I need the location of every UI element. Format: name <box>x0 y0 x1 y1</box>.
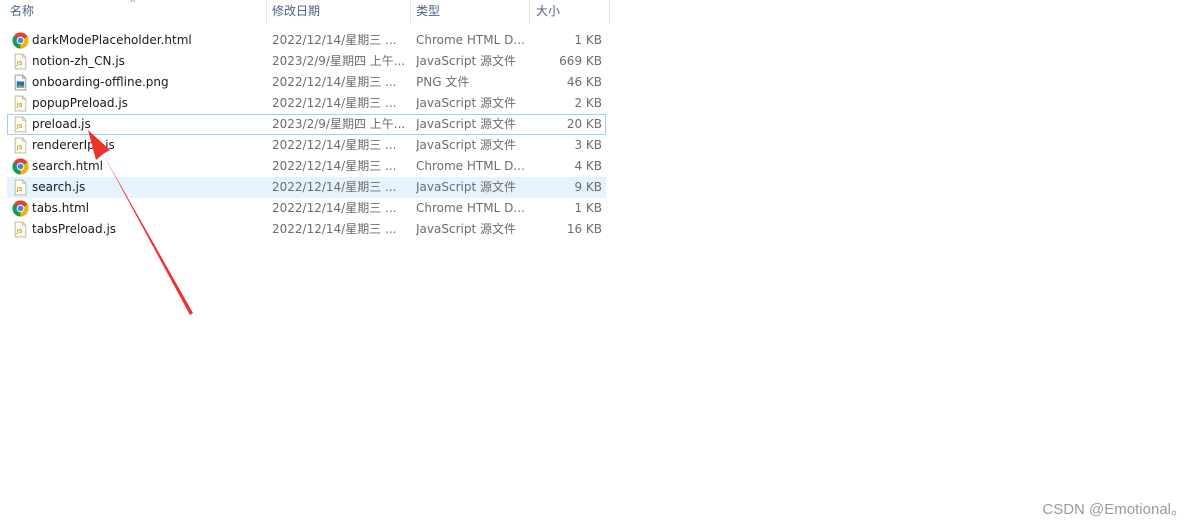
file-type: PNG 文件 <box>416 75 470 89</box>
watermark: CSDN @Emotional。 <box>1042 501 1186 518</box>
file-name: onboarding-offline.png <box>32 75 169 89</box>
file-type: JavaScript 源文件 <box>416 138 516 152</box>
column-header-type[interactable]: 类型 <box>410 0 530 24</box>
file-size: 669 KB <box>559 54 602 68</box>
file-type: Chrome HTML D... <box>416 201 525 215</box>
file-size: 20 KB <box>566 117 602 131</box>
file-modified-date: 2022/12/14/星期三 ... <box>272 96 397 110</box>
file-modified-date: 2023/2/9/星期四 上午... <box>272 54 406 68</box>
svg-text:JS: JS <box>16 103 23 109</box>
js-file-icon: JS <box>12 137 29 154</box>
file-type: JavaScript 源文件 <box>416 54 516 68</box>
file-modified-date: 2022/12/14/星期三 ... <box>272 159 397 173</box>
file-modified-date: 2022/12/14/星期三 ... <box>272 201 397 215</box>
file-name: tabs.html <box>32 201 90 215</box>
file-name: search.js <box>32 180 86 194</box>
column-divider[interactable] <box>609 0 610 24</box>
file-row[interactable]: JS preload.js 2023/2/9/星期四 上午... JavaScript… <box>7 114 606 135</box>
file-size: 9 KB <box>574 180 602 194</box>
file-name: preload.js <box>32 117 91 131</box>
file-size: 16 KB <box>566 222 602 236</box>
column-header: ∧ 名称 修改日期 类型 大小 <box>0 0 610 24</box>
file-name: tabsPreload.js <box>32 222 117 236</box>
file-row[interactable]: darkModePlaceholder.html 2022/12/14/星期三 .… <box>7 30 606 51</box>
file-name: notion-zh_CN.js <box>32 54 125 68</box>
file-modified-date: 2022/12/14/星期三 ... <box>272 75 397 89</box>
chrome-icon <box>12 32 29 49</box>
file-type: Chrome HTML D... <box>416 33 525 47</box>
file-row[interactable]: JS tabsPreload.js 2022/12/14/星期三 ... JavaSc… <box>7 219 606 240</box>
file-modified-date: 2022/12/14/星期三 ... <box>272 138 397 152</box>
chrome-icon <box>12 200 29 217</box>
svg-text:JS: JS <box>16 187 23 193</box>
file-size: 4 KB <box>574 159 602 173</box>
file-name: search.html <box>32 159 104 173</box>
js-file-icon: JS <box>12 221 29 238</box>
file-size: 1 KB <box>574 33 602 47</box>
svg-text:JS: JS <box>16 145 23 151</box>
file-name: darkModePlaceholder.html <box>32 33 192 47</box>
svg-text:JS: JS <box>16 229 23 235</box>
file-size: 2 KB <box>574 96 602 110</box>
js-file-icon: JS <box>12 116 29 133</box>
file-size: 3 KB <box>574 138 602 152</box>
js-file-icon: JS <box>12 95 29 112</box>
column-header-date[interactable]: 修改日期 <box>266 0 410 24</box>
file-row[interactable]: onboarding-offline.png 2022/12/14/星期三 ...… <box>7 72 606 93</box>
file-row[interactable]: JS popupPreload.js 2022/12/14/星期三 ... JavaS… <box>7 93 606 114</box>
file-modified-date: 2022/12/14/星期三 ... <box>272 222 397 236</box>
file-type: JavaScript 源文件 <box>416 222 516 236</box>
file-type: JavaScript 源文件 <box>416 117 516 131</box>
column-header-name[interactable]: 名称 <box>4 0 266 24</box>
file-row[interactable]: tabs.html 2022/12/14/星期三 ... Chrome HTML D… <box>7 198 606 219</box>
file-size: 1 KB <box>574 201 602 215</box>
js-file-icon: JS <box>12 53 29 70</box>
file-name: popupPreload.js <box>32 96 128 110</box>
file-type: JavaScript 源文件 <box>416 96 516 110</box>
file-row[interactable]: JS search.js 2022/12/14/星期三 ... JavaScript … <box>7 177 606 198</box>
svg-text:JS: JS <box>16 61 23 67</box>
column-header-size[interactable]: 大小 <box>530 0 608 24</box>
file-modified-date: 2023/2/9/星期四 上午... <box>272 117 406 131</box>
file-explorer-view: ∧ 名称 修改日期 类型 大小 darkModePlaceholder.html… <box>0 0 1196 525</box>
file-size: 46 KB <box>566 75 602 89</box>
js-file-icon: JS <box>12 179 29 196</box>
file-row[interactable]: search.html 2022/12/14/星期三 ... Chrome HTML… <box>7 156 606 177</box>
file-row[interactable]: JS notion-zh_CN.js 2023/2/9/星期四 上午... JavaS… <box>7 51 606 72</box>
file-name: rendererIpc.js <box>32 138 115 152</box>
file-type: JavaScript 源文件 <box>416 180 516 194</box>
file-modified-date: 2022/12/14/星期三 ... <box>272 33 397 47</box>
file-type: Chrome HTML D... <box>416 159 525 173</box>
image-file-icon <box>12 74 29 91</box>
chrome-icon <box>12 158 29 175</box>
svg-text:JS: JS <box>16 124 23 130</box>
file-row[interactable]: JS rendererIpc.js 2022/12/14/星期三 ... JavaSc… <box>7 135 606 156</box>
file-modified-date: 2022/12/14/星期三 ... <box>272 180 397 194</box>
